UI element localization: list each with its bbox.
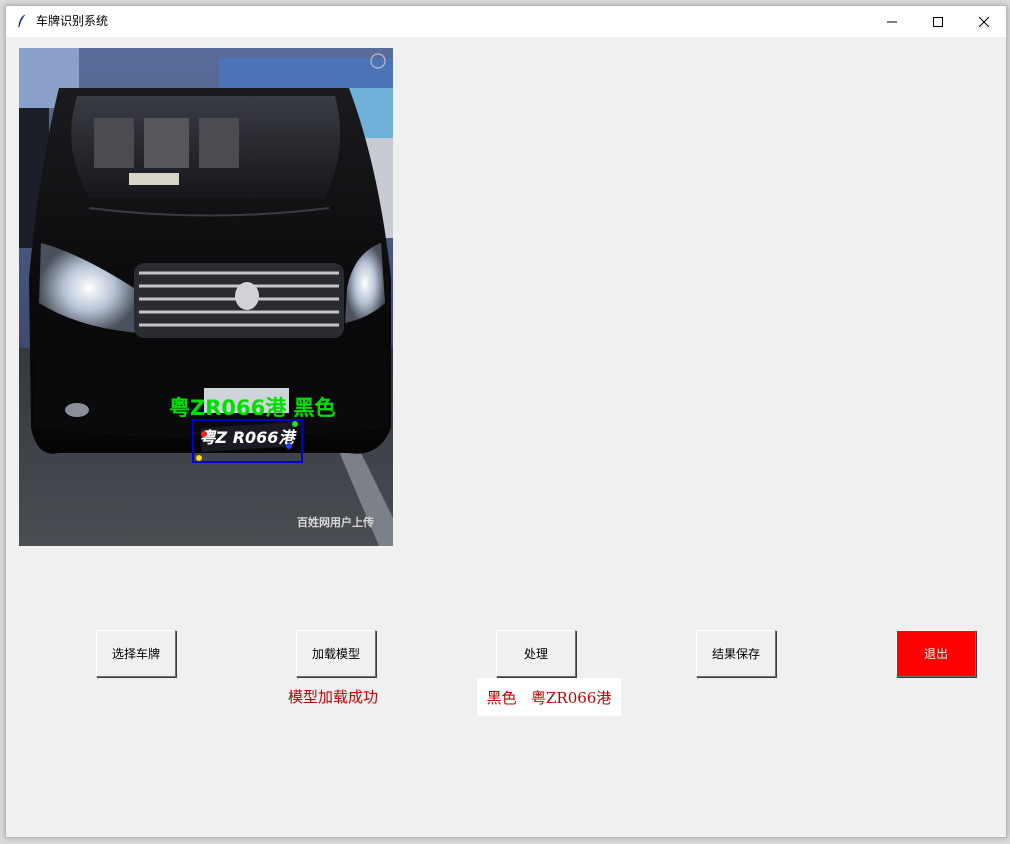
exit-button[interactable]: 退出 [896,630,976,677]
save-result-button[interactable]: 结果保存 [696,630,776,677]
window-title: 车牌识别系统 [36,14,109,28]
process-button[interactable]: 处理 [496,630,576,677]
minimize-icon [887,21,897,22]
result-color: 黑色 [486,688,517,707]
maximize-button[interactable] [915,6,961,37]
vehicle-image: 粤Z R066港 粤ZR066港 黑色 百姓网用户上传 [19,48,393,546]
recognition-overlay-text: 粤ZR066港 黑色 [169,396,336,420]
model-status-label: 模型加载成功 [288,688,379,706]
watermark-text: 百姓网用户上传 [297,515,374,529]
result-display: 黑色 粤ZR066港 [477,678,621,716]
close-button[interactable] [961,6,1007,37]
result-plate: 粤ZR066港 [530,688,612,707]
app-window: 车牌识别系统 粤Z R066港 粤ZR066港 黑色 百姓网用户上传 选择车牌 … [5,5,1007,838]
load-model-button[interactable]: 加载模型 [296,630,376,677]
title-bar[interactable]: 车牌识别系统 [6,6,1006,37]
minimize-button[interactable] [869,6,915,37]
maximize-icon [933,16,943,27]
select-plate-button[interactable]: 选择车牌 [96,630,176,677]
close-icon [979,16,989,27]
feather-icon [18,14,26,28]
plate-glyphs: 粤Z R066港 [200,428,298,447]
